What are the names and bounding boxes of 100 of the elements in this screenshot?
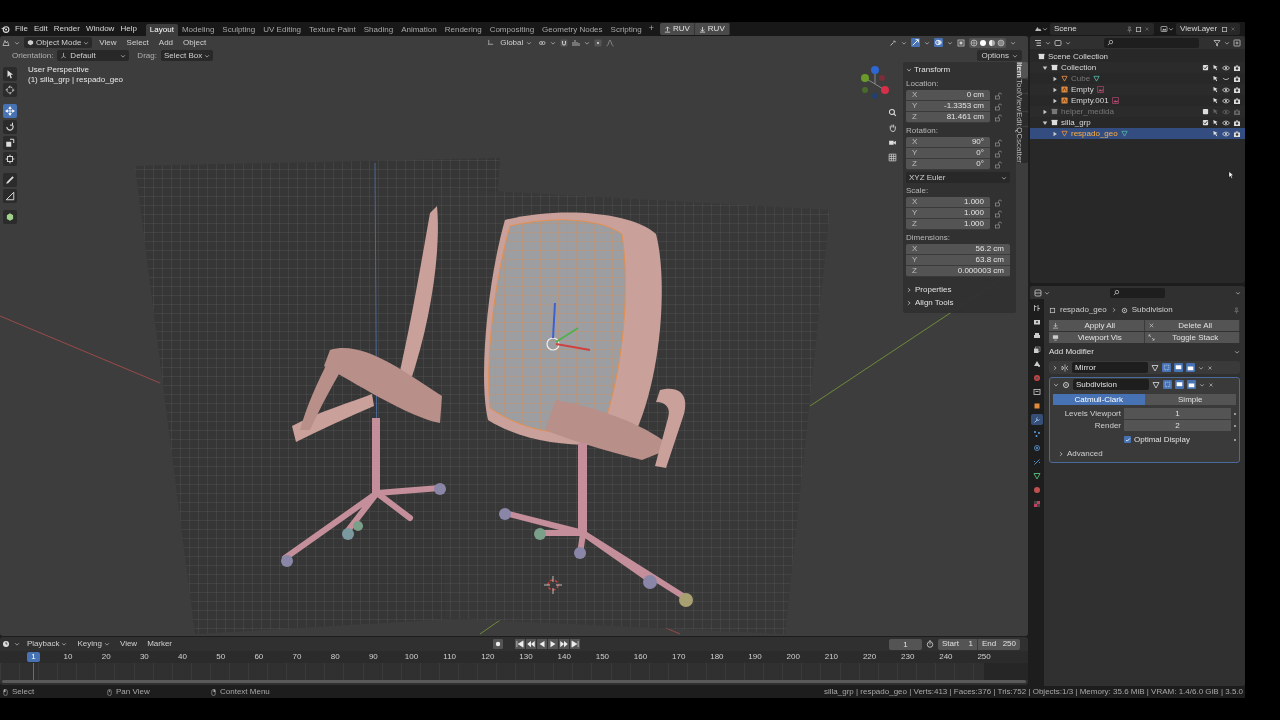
action-button[interactable]: Viewport Vis bbox=[1049, 332, 1145, 343]
clock-icon[interactable] bbox=[2, 640, 10, 648]
eye-icon[interactable] bbox=[1222, 118, 1230, 127]
orientation-dropdown[interactable]: Global bbox=[498, 36, 535, 49]
menu-item[interactable]: Select bbox=[123, 36, 152, 49]
outliner-item-name[interactable]: Empty.001 bbox=[1071, 94, 1109, 107]
hand-icon[interactable] bbox=[888, 123, 897, 132]
prev-key-icon[interactable] bbox=[526, 639, 537, 649]
checkbox-icon[interactable] bbox=[1202, 108, 1209, 115]
segment-button[interactable]: Simple bbox=[1144, 394, 1236, 405]
record-icon[interactable] bbox=[493, 639, 504, 649]
tool-button[interactable] bbox=[3, 189, 17, 203]
scrollbar[interactable] bbox=[2, 680, 1026, 683]
play-reverse-icon[interactable] bbox=[537, 639, 548, 649]
checkbox-icon[interactable] bbox=[1202, 119, 1209, 126]
camera-icon[interactable] bbox=[1233, 96, 1241, 105]
breadcrumb-item[interactable]: respado_geo bbox=[1060, 304, 1107, 316]
expand-triangle-icon[interactable] bbox=[1052, 75, 1058, 82]
properties-tab[interactable] bbox=[1031, 470, 1043, 481]
properties-tab[interactable] bbox=[1031, 386, 1043, 397]
tool-button[interactable] bbox=[3, 210, 17, 224]
axes-icon[interactable] bbox=[487, 39, 495, 46]
outliner-item-name[interactable]: Collection bbox=[1061, 61, 1097, 74]
outliner-item-name[interactable]: Empty bbox=[1071, 83, 1094, 96]
eye-icon[interactable] bbox=[1222, 85, 1230, 94]
panel-title[interactable]: Align Tools bbox=[915, 296, 954, 309]
lock-icon[interactable] bbox=[994, 102, 1002, 111]
camera-icon[interactable] bbox=[1233, 85, 1241, 94]
lock-icon[interactable] bbox=[994, 220, 1002, 229]
menu-item[interactable]: Edit bbox=[30, 23, 51, 35]
zoom-icon[interactable] bbox=[888, 108, 897, 117]
checkbox-label[interactable]: Optimal Display bbox=[1134, 433, 1231, 446]
eye-dropper-icon[interactable] bbox=[889, 38, 897, 47]
monitor-icon[interactable] bbox=[1174, 363, 1183, 372]
action-button[interactable]: Delete All bbox=[1144, 320, 1240, 331]
camera-icon[interactable] bbox=[1233, 118, 1241, 127]
checkbox-icon[interactable] bbox=[1202, 64, 1209, 71]
workspace-tab[interactable]: Scripting bbox=[606, 24, 646, 36]
number-field[interactable]: X 56.2 cm bbox=[906, 244, 1010, 255]
shading-buttons[interactable] bbox=[969, 37, 1006, 48]
filter-icon[interactable] bbox=[1213, 38, 1221, 47]
menu-item[interactable]: View bbox=[116, 638, 141, 650]
menu-item[interactable]: Object bbox=[180, 36, 210, 49]
expand-triangle-icon[interactable] bbox=[1042, 119, 1048, 126]
gizmo-toggle-icon[interactable] bbox=[911, 38, 920, 47]
properties-tab[interactable] bbox=[1031, 330, 1043, 341]
sidebar-tab[interactable]: Tool bbox=[1017, 78, 1028, 94]
menu-item[interactable]: Add bbox=[155, 36, 177, 49]
mode-dropdown[interactable]: Object Mode bbox=[24, 37, 93, 48]
lock-icon[interactable] bbox=[994, 209, 1002, 218]
workspace-tab[interactable]: Geometry Nodes bbox=[538, 24, 607, 36]
logo-icon[interactable] bbox=[1, 24, 10, 34]
orientation-dropdown[interactable]: Default bbox=[57, 50, 130, 61]
display-mode-icon[interactable] bbox=[1054, 38, 1062, 47]
tool-button[interactable] bbox=[3, 104, 17, 118]
number-field[interactable]: Y 63.8 cm bbox=[906, 255, 1010, 266]
menu-item[interactable]: Render bbox=[50, 23, 83, 35]
chevron-icon[interactable] bbox=[1053, 381, 1059, 388]
number-field[interactable]: X 90° bbox=[906, 137, 990, 148]
workspace-tab[interactable]: UV Editing bbox=[259, 24, 306, 36]
options-dropdown[interactable]: Options bbox=[977, 50, 1022, 61]
expand-triangle-icon[interactable] bbox=[1052, 86, 1058, 93]
play-icon[interactable] bbox=[548, 639, 559, 649]
editor-type-icon[interactable] bbox=[2, 38, 10, 47]
expand-triangle-icon[interactable] bbox=[1052, 97, 1058, 104]
playhead[interactable]: 1 bbox=[27, 652, 40, 662]
monitor-icon[interactable] bbox=[1175, 380, 1184, 389]
edit-mode-icon[interactable] bbox=[1162, 363, 1171, 372]
menu-item[interactable]: Window bbox=[82, 23, 118, 35]
image-icon[interactable] bbox=[1160, 25, 1168, 33]
jump-end-icon[interactable] bbox=[570, 639, 581, 649]
subpanel-title[interactable]: Advanced bbox=[1067, 448, 1103, 460]
lock-icon[interactable] bbox=[994, 149, 1002, 158]
falloff-icon[interactable] bbox=[606, 38, 615, 47]
close-icon[interactable] bbox=[1207, 364, 1213, 371]
number-field[interactable]: 1 bbox=[1124, 408, 1231, 419]
modifier-name-field[interactable]: Subdivision bbox=[1073, 379, 1149, 390]
tool-button[interactable] bbox=[3, 136, 17, 150]
chevron-icon[interactable] bbox=[1058, 451, 1064, 457]
menu-item[interactable]: Marker bbox=[144, 638, 176, 650]
stopwatch-icon[interactable] bbox=[926, 640, 934, 648]
workspace-tab[interactable]: Rendering bbox=[440, 24, 486, 36]
lock-icon[interactable] bbox=[994, 198, 1002, 207]
workspace-tab[interactable]: Sculpting bbox=[218, 24, 260, 36]
segment-button[interactable]: Catmull-Clark bbox=[1053, 394, 1145, 405]
tool-button[interactable] bbox=[3, 83, 17, 97]
lock-icon[interactable] bbox=[994, 91, 1002, 100]
eye-icon[interactable] bbox=[1222, 63, 1230, 72]
scene-field[interactable]: Scene bbox=[1050, 23, 1154, 35]
add-modifier-dropdown[interactable]: Add Modifier bbox=[1049, 346, 1240, 358]
lock-icon[interactable] bbox=[994, 160, 1002, 169]
sidebar-tab[interactable]: QCscatter bbox=[1017, 127, 1028, 164]
eye-icon[interactable] bbox=[1222, 96, 1230, 105]
grid-icon[interactable] bbox=[888, 153, 897, 162]
lock-icon[interactable] bbox=[994, 138, 1002, 147]
breadcrumb-item[interactable]: Subdivision bbox=[1131, 304, 1173, 316]
number-field[interactable]: X 0 cm bbox=[906, 90, 990, 101]
add-workspace-button[interactable]: + bbox=[645, 22, 657, 36]
sidebar-tab[interactable]: Item bbox=[1017, 62, 1028, 78]
action-button[interactable]: Toggle Stack bbox=[1144, 332, 1240, 343]
